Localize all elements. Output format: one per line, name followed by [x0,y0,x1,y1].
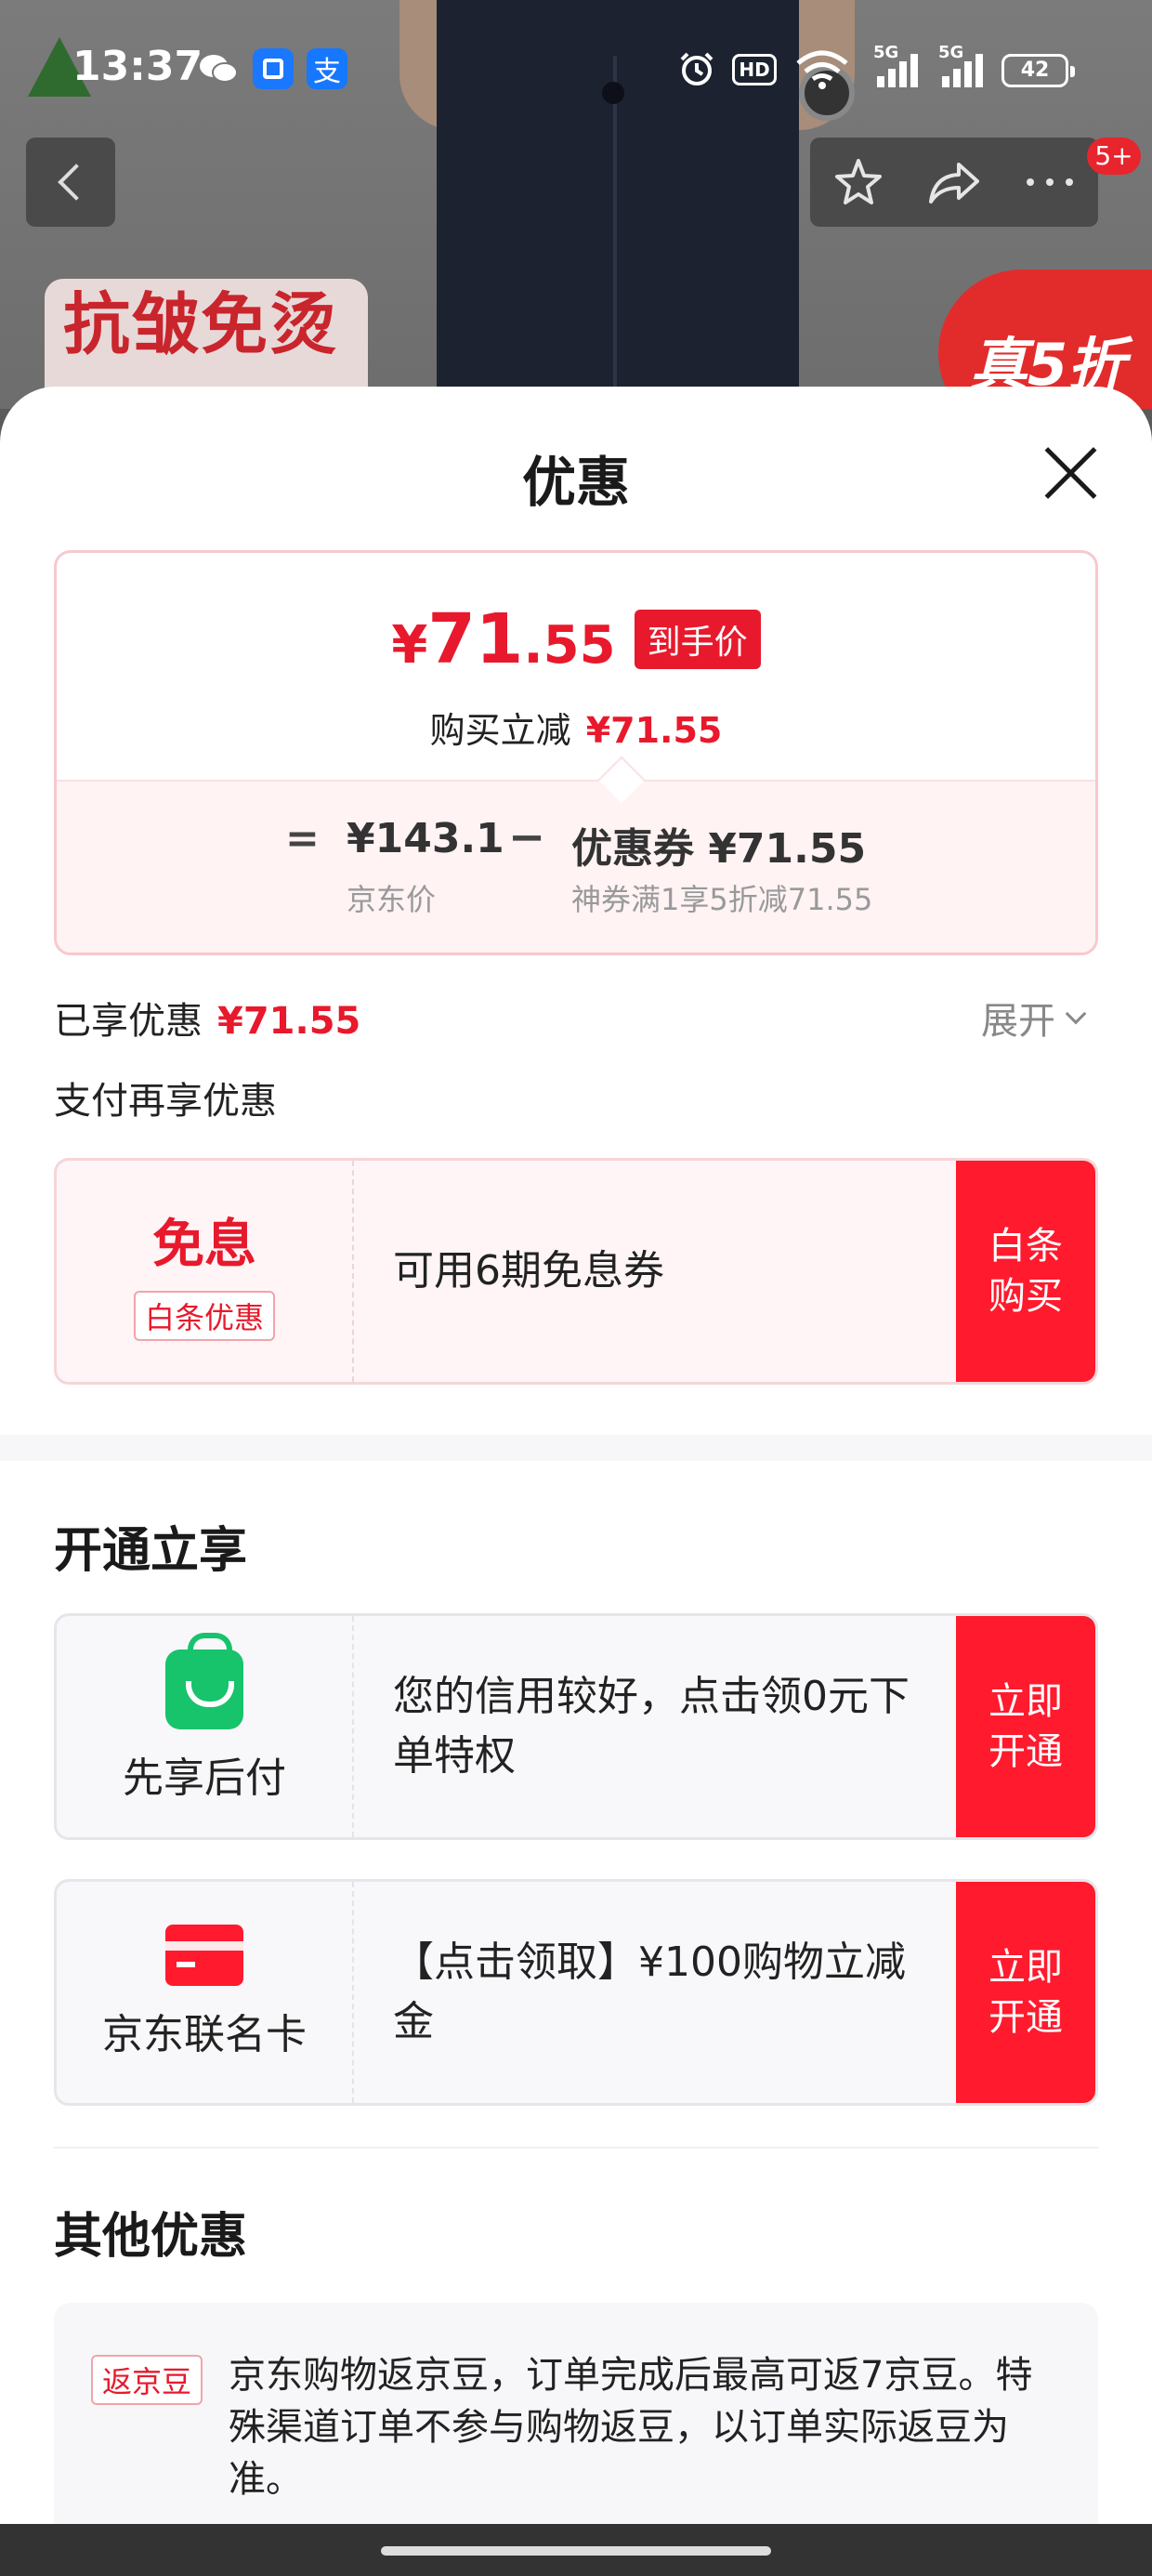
pay-later-open-button[interactable]: 立即 开通 [956,1616,1095,1837]
other-section-title: 其他优惠 [54,2209,248,2265]
jd-price-label: 京东价 [347,882,437,917]
instant-discount: 购买立减 ¥71.55 [429,710,723,751]
wifi-icon [793,48,851,89]
share-icon[interactable] [922,150,987,215]
home-indicator[interactable] [381,2546,771,2556]
jd-card-open-button[interactable]: 立即 开通 [956,1882,1095,2103]
jingdou-text: 京东购物返京豆，订单完成后最高可返7京豆。特殊渠道订单不参与购物返豆，以订单实际… [229,2354,1033,2501]
price-card: ¥71.55 到手价 购买立减 ¥71.55 = ¥143.1 京东价 − 优惠券… [54,550,1098,955]
coupon-sheet: 优惠 ¥71.55 到手价 购买立减 ¥71.55 = ¥143.1 京东价 − … [0,387,1152,2576]
hd-voice-icon: HD [732,54,777,85]
wechat-icon [197,48,240,89]
interest-free-title: 免息 [152,1214,256,1275]
baitiao-offer-text: 可用6期免息券 [393,1247,664,1295]
price-breakdown: = ¥143.1 京东价 − 优惠券 ¥71.55 神券满1享5折减71.55 [57,780,1095,953]
alarm-icon [676,48,717,89]
gesture-bar [0,2524,1152,2576]
shopping-bag-icon [165,1633,243,1729]
pay-more-title: 支付再享优惠 [54,1080,277,1123]
pay-later-text: 您的信用较好，点击领0元下单特权 [393,1673,910,1780]
baitiao-buy-button[interactable]: 白条 购买 [956,1161,1095,1382]
sheet-title: 优惠 [521,451,630,514]
app-notification-icon [253,48,294,89]
signal-icon-2: 5G [938,43,983,87]
expand-button[interactable]: 展开 [981,991,1087,1045]
jd-card-offer: 京东联名卡 【点击领取】¥100购物立减金 立即 开通 [54,1879,1098,2106]
chevron-down-icon [1065,1003,1087,1025]
status-bar: 13:37 支 HD 5G 5G 42 [0,0,1152,139]
pay-later-offer: 先享后付 您的信用较好，点击领0元下单特权 立即 开通 [54,1613,1098,1840]
more-icon[interactable] [1017,150,1082,215]
back-button[interactable] [26,138,115,227]
chevron-left-icon [58,164,95,201]
alipay-icon: 支 [307,48,347,89]
baitiao-tag: 白条优惠 [133,1290,275,1341]
jd-price: ¥143.1 [347,815,504,862]
credit-card-icon [165,1925,243,1986]
signal-icon: 5G [873,43,918,87]
final-price: ¥71.55 [391,599,616,679]
jingdou-tag: 返京豆 [91,2355,203,2405]
close-icon[interactable] [1041,444,1098,502]
star-icon[interactable] [826,150,891,215]
top-actions [810,138,1098,227]
coupon-amount: 优惠券 ¥71.55 [571,825,867,873]
coupon-rule: 神券满1享5折减71.55 [571,882,873,917]
final-price-tag: 到手价 [634,610,761,669]
baitiao-offer: 免息 白条优惠 可用6期免息券 白条 购买 [54,1158,1098,1385]
pay-later-label: 先享后付 [123,1755,286,1802]
jd-card-text: 【点击领取】¥100购物立减金 [393,1939,906,2045]
message-badge: 5+ [1087,138,1141,175]
jd-card-label: 京东联名卡 [102,2011,307,2058]
enjoyed-discount: 已享优惠 ¥71.55 [54,1000,361,1043]
open-section-title: 开通立享 [54,1523,248,1579]
status-time: 13:37 [72,43,203,90]
battery-icon: 42 [1001,54,1075,87]
